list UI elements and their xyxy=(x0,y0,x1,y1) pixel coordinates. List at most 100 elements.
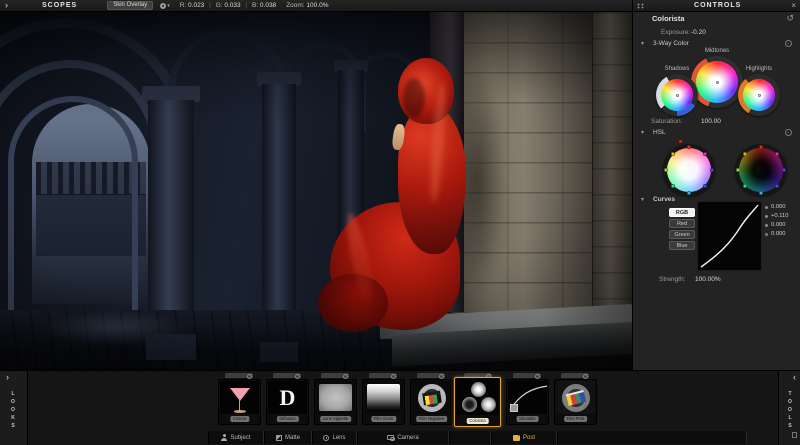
card-tab[interactable] xyxy=(273,373,301,378)
exposure-value[interactable]: -0.20 xyxy=(691,29,706,36)
gear-icon xyxy=(160,3,166,9)
category-tab-lens[interactable]: Lens xyxy=(312,431,357,444)
hsl-section-label: HSL xyxy=(653,129,666,136)
saturation-value[interactable]: 100.00 xyxy=(701,118,721,125)
tool-card-label: Diffusion xyxy=(276,416,298,422)
curve-point-value[interactable]: +0.110 xyxy=(771,213,788,219)
midtones-wheel-handle[interactable] xyxy=(716,81,719,84)
curve-point-value[interactable]: 0.000 xyxy=(771,204,786,210)
category-tab-camera[interactable]: Camera xyxy=(357,431,449,444)
curve-svg xyxy=(698,202,761,270)
hsl-luminance-wheel[interactable] xyxy=(735,144,787,196)
highlights-wheel-handle[interactable] xyxy=(758,94,761,97)
camera-icon xyxy=(387,435,394,440)
tool-card-label: Film Grain xyxy=(371,416,396,422)
shadows-wheel-handle[interactable] xyxy=(676,94,679,97)
caret-down-icon: ▾ xyxy=(167,3,170,9)
hue-dot-purple[interactable] xyxy=(710,168,714,172)
tool-card-colorista-selected[interactable]: Colorista xyxy=(454,377,501,427)
letter-d-icon: D xyxy=(268,381,307,414)
hue-dot-magenta[interactable] xyxy=(775,152,779,156)
close-icon[interactable]: × xyxy=(791,2,796,10)
category-label: Matte xyxy=(285,435,300,441)
wheel-icon-left xyxy=(462,397,477,412)
card-tab[interactable] xyxy=(561,373,589,378)
category-tab-post[interactable]: Post xyxy=(491,431,557,444)
tool-card-label: Shoulder xyxy=(516,416,539,422)
tool-card-shoulder[interactable]: Shoulder xyxy=(506,379,549,425)
controls-header-bar: CONTROLS × xyxy=(632,0,800,12)
hue-dot-green[interactable] xyxy=(743,184,747,188)
curves-collapse-icon[interactable]: ▾ xyxy=(641,196,644,203)
tool-card-label: Film Negative xyxy=(416,416,448,422)
curve-channel-blue-button[interactable]: Blue xyxy=(669,241,695,250)
expand-looks-icon[interactable]: › xyxy=(6,373,9,382)
resize-grip-icon[interactable] xyxy=(792,432,797,438)
hue-dot-cyan[interactable] xyxy=(687,191,691,195)
card-tab[interactable] xyxy=(513,373,541,378)
diffusion-artwork: D xyxy=(268,381,307,414)
category-tab-matte[interactable]: Matte xyxy=(264,431,312,444)
scopes-header-bar: › SCOPES Skin Overlay ▾ R: 0.023 | G: 0.… xyxy=(0,0,632,12)
looks-rail[interactable]: › LOOKS xyxy=(0,371,28,445)
overlay-mode-select[interactable]: Skin Overlay xyxy=(107,1,153,10)
curve-channel-green-button[interactable]: Green xyxy=(669,230,695,239)
controls-title: CONTROLS xyxy=(644,2,791,9)
card-tab[interactable] xyxy=(321,373,349,378)
curve-point-value[interactable]: 0.000 xyxy=(771,222,786,228)
shadows-color-wheel[interactable] xyxy=(656,74,698,116)
three-way-section-label: 3-Way Color xyxy=(653,40,689,47)
rgb-readout: R: 0.023 | G: 0.033 | B: 0.038 xyxy=(180,2,276,9)
card-tab[interactable] xyxy=(225,373,253,378)
tool-card-cosmo[interactable]: Cosmo xyxy=(218,379,261,425)
tool-card-diffusion[interactable]: D Diffusion xyxy=(266,379,309,425)
expand-tools-icon[interactable]: ‹ xyxy=(793,373,796,382)
card-tab[interactable] xyxy=(417,373,445,378)
hsl-saturation-wheel[interactable] xyxy=(663,144,715,196)
hue-dot-lime[interactable] xyxy=(736,168,740,172)
hue-dot-yellow[interactable] xyxy=(743,152,747,156)
tool-card-film-grain[interactable]: Film Grain xyxy=(362,379,405,425)
category-tab-subject[interactable]: Subject xyxy=(208,431,264,444)
strength-label: Strength: xyxy=(659,276,685,283)
curve-point-row: +0.110 xyxy=(765,212,798,220)
tool-card-film-print[interactable]: Film Print xyxy=(554,379,597,425)
three-way-enable-toggle[interactable] xyxy=(785,40,792,47)
panel-grip-icon[interactable] xyxy=(637,3,644,9)
curve-point-row: 0.000 xyxy=(765,203,798,211)
hue-dot-green[interactable] xyxy=(671,184,675,188)
matte-icon xyxy=(276,435,282,441)
tool-card-film-negative[interactable]: Film Negative xyxy=(410,379,453,425)
midtones-color-wheel[interactable] xyxy=(691,56,743,108)
curve-channel-rgb-button[interactable]: RGB xyxy=(669,208,695,217)
three-way-collapse-icon[interactable]: ▾ xyxy=(641,40,644,47)
reset-icon[interactable]: ↺ xyxy=(786,13,794,24)
hue-dot-red[interactable] xyxy=(687,145,691,149)
saturation-label: Saturation: xyxy=(651,118,682,125)
strength-value[interactable]: 100.00% xyxy=(695,276,721,283)
hue-dot-magenta[interactable] xyxy=(703,152,707,156)
hue-dot-yellow[interactable] xyxy=(671,152,675,156)
collapse-scopes-icon[interactable]: › xyxy=(5,1,8,10)
hue-dot-purple[interactable] xyxy=(782,168,786,172)
image-viewport[interactable] xyxy=(0,12,632,370)
tool-card-lens-vignette[interactable]: Lens Vignette xyxy=(314,379,357,425)
hue-dot-lime[interactable] xyxy=(664,168,668,172)
card-tab[interactable] xyxy=(369,373,397,378)
scopes-settings-button[interactable]: ▾ xyxy=(160,3,170,9)
hue-dot-blue[interactable] xyxy=(703,184,707,188)
tool-card-label: Cosmo xyxy=(230,416,249,422)
curve-editor[interactable] xyxy=(697,201,762,271)
tools-rail-title: TOOLS xyxy=(787,391,793,431)
tool-category-bar: Subject Matte Lens Camera Post xyxy=(208,431,747,444)
hsl-enable-toggle[interactable] xyxy=(785,129,792,136)
highlights-color-wheel[interactable] xyxy=(738,74,780,116)
tools-rail[interactable]: ‹ TOOLS xyxy=(778,371,800,445)
hue-dot-blue[interactable] xyxy=(775,184,779,188)
hue-dot-cyan[interactable] xyxy=(759,191,763,195)
film-print-artwork xyxy=(556,381,595,414)
hsl-collapse-icon[interactable]: ▾ xyxy=(641,129,644,136)
curve-channel-red-button[interactable]: Red xyxy=(669,219,695,228)
hue-dot-red[interactable] xyxy=(759,145,763,149)
curve-point-value[interactable]: 0.000 xyxy=(771,231,786,237)
